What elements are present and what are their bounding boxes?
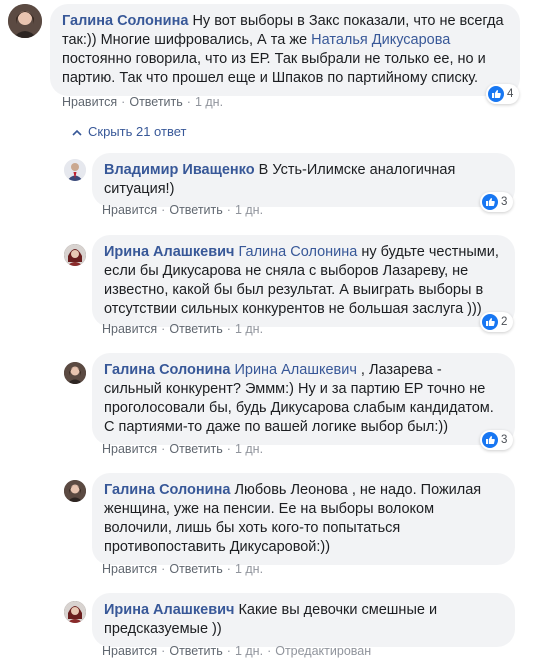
reaction-number: 4: [507, 88, 514, 100]
comment-bubble: Галина Солонина Ну вот выборы в Закс пок…: [50, 4, 520, 96]
separator: ·: [226, 644, 231, 658]
reply-button[interactable]: Ответить: [169, 322, 222, 336]
comment-actions: Нравится · Ответить · 1 дн.: [102, 322, 263, 336]
comment-mention[interactable]: Ирина Алашкевич: [234, 362, 356, 378]
like-button[interactable]: Нравится: [102, 322, 157, 336]
comment-time[interactable]: 1 дн.: [195, 95, 223, 109]
like-button[interactable]: Нравится: [102, 644, 157, 658]
comment-time[interactable]: 1 дн.: [235, 644, 263, 658]
reply-button[interactable]: Ответить: [129, 95, 182, 109]
edited-label: Отредактирован: [275, 644, 372, 658]
reaction-number: 2: [501, 316, 508, 328]
comment-author[interactable]: Галина Солонина: [104, 362, 230, 378]
comment-bubble: Ирина Алашкевич Какие вы девочки смешные…: [92, 593, 515, 647]
comment-time[interactable]: 1 дн.: [235, 322, 263, 336]
thumbs-up-icon: [482, 194, 498, 210]
reaction-count[interactable]: 3: [480, 430, 514, 450]
comment-author[interactable]: Галина Солонина: [104, 482, 230, 498]
comment-mention[interactable]: Наталья Дикусарова: [311, 32, 450, 48]
separator: ·: [161, 562, 166, 576]
avatar[interactable]: [64, 480, 86, 502]
reaction-number: 3: [501, 196, 508, 208]
avatar[interactable]: [64, 601, 86, 623]
thumbs-up-icon: [482, 314, 498, 330]
comment-time[interactable]: 1 дн.: [235, 562, 263, 576]
comment-actions: Нравится · Ответить · 1 дн.: [102, 203, 263, 217]
separator: ·: [226, 322, 231, 336]
separator: ·: [226, 203, 231, 217]
comment-actions: Нравится · Ответить · 1 дн.: [102, 442, 263, 456]
avatar[interactable]: [8, 4, 42, 38]
separator: ·: [161, 644, 166, 658]
reply-button[interactable]: Ответить: [169, 562, 222, 576]
separator: ·: [267, 644, 272, 658]
hide-replies-link[interactable]: Скрыть 21 ответ: [72, 124, 186, 139]
separator: ·: [161, 322, 166, 336]
thumbs-up-icon: [482, 432, 498, 448]
like-button[interactable]: Нравится: [102, 442, 157, 456]
avatar[interactable]: [64, 362, 86, 384]
reaction-count[interactable]: 3: [480, 192, 514, 212]
comment-time[interactable]: 1 дн.: [235, 203, 263, 217]
comment-text: постоянно говорила, что из ЕР. Так выбра…: [62, 51, 486, 86]
comment-time[interactable]: 1 дн.: [235, 442, 263, 456]
chevron-up-icon: [72, 124, 82, 139]
reaction-count[interactable]: 4: [486, 84, 520, 104]
comment-author[interactable]: Галина Солонина: [62, 13, 188, 29]
comment-bubble: Галина Солонина Любовь Леонова , не надо…: [92, 473, 515, 565]
comment-author[interactable]: Ирина Алашкевич: [104, 602, 234, 618]
like-button[interactable]: Нравится: [102, 203, 157, 217]
separator: ·: [161, 442, 166, 456]
reaction-count[interactable]: 2: [480, 312, 514, 332]
separator: ·: [121, 95, 126, 109]
comment-thread: Галина Солонина Ну вот выборы в Закс пок…: [0, 0, 540, 667]
separator: ·: [186, 95, 191, 109]
hide-replies-label: Скрыть 21 ответ: [88, 124, 187, 139]
reply-button[interactable]: Ответить: [169, 203, 222, 217]
comment-author[interactable]: Владимир Иващенко: [104, 162, 255, 178]
comment-actions: Нравится · Ответить · 1 дн. · Отредактирован: [102, 644, 371, 658]
comment-author[interactable]: Ирина Алашкевич: [104, 244, 234, 260]
avatar[interactable]: [64, 159, 86, 181]
separator: ·: [226, 442, 231, 456]
thumbs-up-icon: [488, 86, 504, 102]
like-button[interactable]: Нравится: [102, 562, 157, 576]
comment-bubble: Галина Солонина Ирина Алашкевич , Лазаре…: [92, 353, 515, 445]
comment-bubble: Ирина Алашкевич Галина Солонина ну будьт…: [92, 235, 515, 327]
reply-button[interactable]: Ответить: [169, 644, 222, 658]
avatar[interactable]: [64, 244, 86, 266]
comment-mention[interactable]: Галина Солонина: [238, 244, 357, 260]
reaction-number: 3: [501, 434, 508, 446]
like-button[interactable]: Нравится: [62, 95, 117, 109]
separator: ·: [161, 203, 166, 217]
reply-button[interactable]: Ответить: [169, 442, 222, 456]
comment-actions: Нравится · Ответить · 1 дн.: [102, 562, 263, 576]
separator: ·: [226, 562, 231, 576]
comment-actions: Нравится · Ответить · 1 дн.: [62, 95, 223, 109]
comment-bubble: Владимир Иващенко В Усть-Илимске аналоги…: [92, 153, 515, 207]
